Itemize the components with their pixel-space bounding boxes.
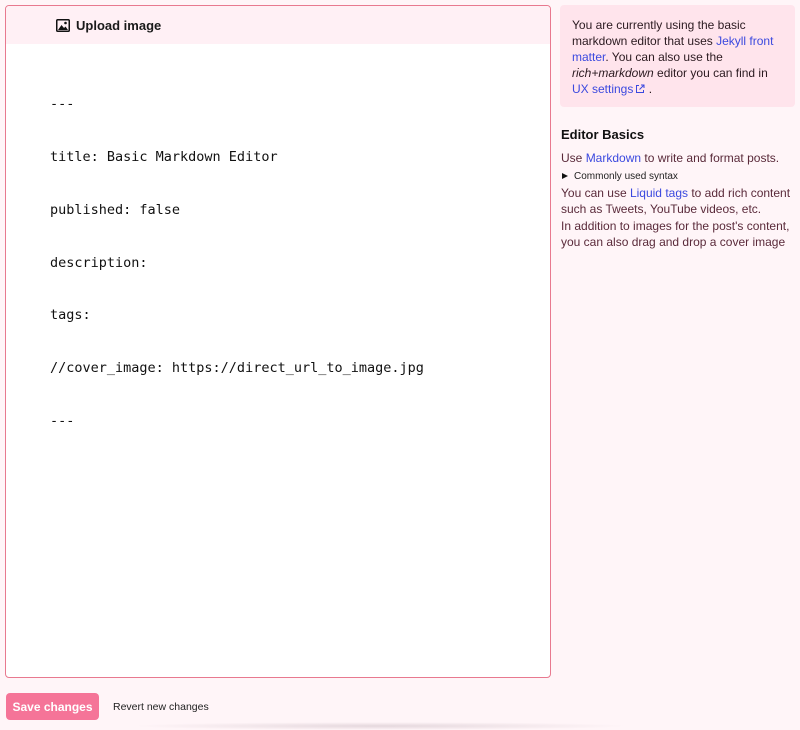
tip-text: Use: [561, 151, 586, 165]
markdown-link[interactable]: Markdown: [586, 151, 641, 165]
tip-text: You can use: [561, 185, 630, 200]
editor-line: ---: [50, 96, 75, 113]
ux-settings-label: UX settings: [572, 82, 634, 96]
notice-text: . You can also use the: [605, 50, 723, 64]
editor-line: title: Basic Markdown Editor: [50, 148, 278, 165]
editor-actions: Save changes Revert new changes: [6, 693, 209, 720]
tip-text: to write and format posts.: [641, 151, 780, 165]
editor-textarea[interactable]: --- title: Basic Markdown Editor publish…: [6, 44, 550, 466]
editor-basics: Editor Basics Use Markdown to write and …: [560, 127, 795, 251]
liquid-tags-tip: You can use Liquid tags to add rich cont…: [561, 185, 795, 218]
notice-text: .: [645, 82, 653, 96]
commonly-used-syntax-label: Commonly used syntax: [574, 170, 678, 182]
editor-line: published: false: [50, 201, 181, 218]
bottom-shadow: [130, 722, 630, 730]
notice-text: editor you can find in: [653, 66, 768, 80]
revert-changes-button[interactable]: Revert new changes: [113, 701, 209, 713]
editor-toolbar: Upload image: [6, 6, 550, 44]
markdown-editor[interactable]: Upload image --- title: Basic Markdown E…: [5, 5, 551, 678]
notice-emphasis: rich+markdown: [572, 66, 654, 80]
markdown-tip: Use Markdown to write and format posts.: [561, 150, 795, 167]
upload-image-label: Upload image: [76, 17, 162, 33]
editor-line: description:: [50, 254, 148, 271]
save-changes-button[interactable]: Save changes: [6, 693, 99, 720]
editor-sidebar: You are currently using the basic markdo…: [560, 5, 795, 251]
editor-basics-title: Editor Basics: [561, 127, 645, 142]
external-link-icon: [636, 84, 645, 93]
ux-settings-link[interactable]: UX settings: [572, 82, 645, 96]
image-icon: [56, 18, 70, 32]
basic-editor-notice: You are currently using the basic markdo…: [560, 5, 795, 107]
editor-line: tags:: [50, 307, 91, 324]
editor-line: //cover_image: https://direct_url_to_ima…: [50, 360, 424, 377]
cover-image-tip: In addition to images for the post's con…: [561, 218, 790, 250]
commonly-used-syntax-toggle[interactable]: Commonly used syntax: [562, 171, 795, 182]
liquid-tags-link[interactable]: Liquid tags: [630, 186, 688, 200]
disclosure-triangle-icon: [562, 173, 568, 179]
editor-line: ---: [50, 412, 75, 429]
upload-image-button[interactable]: Upload image: [56, 18, 161, 33]
